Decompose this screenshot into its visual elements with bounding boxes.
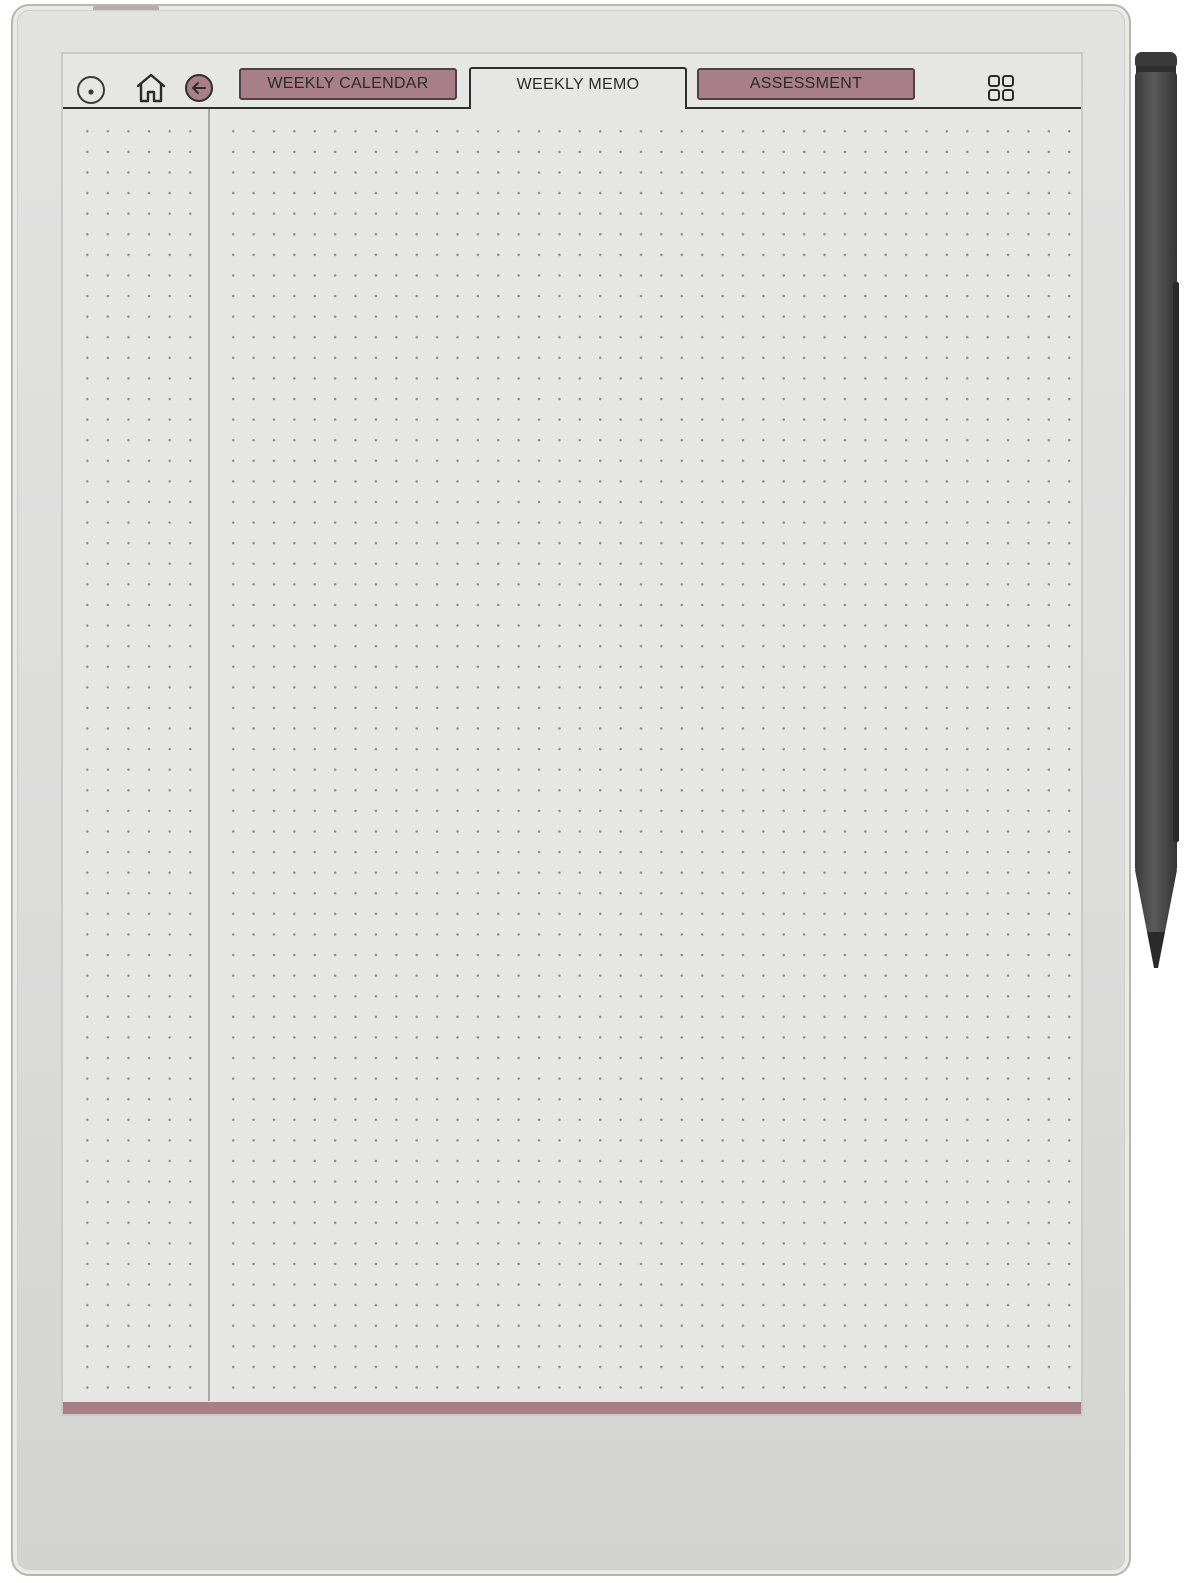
tab-weekly-memo[interactable]: WEEKLY MEMO — [469, 67, 687, 109]
circle-dot-icon[interactable] — [73, 72, 109, 108]
column-divider — [208, 109, 210, 1401]
stylus-pen — [1133, 52, 1179, 972]
home-icon[interactable] — [131, 68, 171, 108]
dot-grid-sidebar[interactable] — [77, 121, 201, 1399]
bottom-accent-bar — [63, 1402, 1081, 1414]
arrow-left-circle-icon[interactable] — [181, 70, 217, 106]
power-button[interactable] — [93, 6, 159, 10]
screen: WEEKLY CALENDAR WEEKLY MEMO ASSESSMENT — [61, 52, 1083, 1416]
memo-page[interactable] — [63, 109, 1081, 1401]
dot-grid-main[interactable] — [223, 121, 1079, 1399]
tab-weekly-calendar[interactable]: WEEKLY CALENDAR — [239, 68, 457, 100]
grid-four-squares-icon[interactable] — [981, 68, 1021, 108]
toolbar: WEEKLY CALENDAR WEEKLY MEMO ASSESSMENT — [63, 54, 1081, 109]
tab-assessment[interactable]: ASSESSMENT — [697, 68, 915, 100]
